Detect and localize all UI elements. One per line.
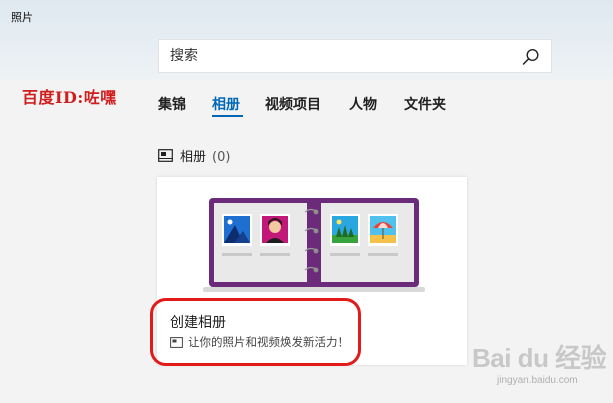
- tab-people[interactable]: 人物: [349, 94, 377, 114]
- active-tab-indicator: [212, 115, 243, 117]
- search-box[interactable]: [158, 39, 552, 73]
- photo-album-illustration: [203, 198, 425, 292]
- tab-highlights[interactable]: 集锦: [158, 94, 186, 114]
- watermark-text: 百度ID:咗嘿: [22, 88, 117, 107]
- app-title: 照片: [11, 11, 33, 24]
- card-subtitle-text: 让你的照片和视频焕发新活力！: [188, 335, 349, 349]
- create-album-card[interactable]: 创建相册 让你的照片和视频焕发新活力！: [157, 177, 467, 365]
- album-count: (0): [212, 150, 231, 165]
- card-title: 创建相册: [170, 315, 226, 331]
- section-title: 相册 (0): [180, 146, 230, 165]
- watermark-logo-text: Bai du 经验: [472, 343, 607, 373]
- section-title-text: 相册: [180, 150, 207, 165]
- tab-albums[interactable]: 相册: [212, 94, 240, 114]
- search-input[interactable]: [159, 40, 509, 72]
- search-icon[interactable]: [521, 47, 541, 67]
- tab-video-projects[interactable]: 视频项目: [265, 94, 321, 114]
- album-icon: [158, 149, 173, 162]
- watermark-logo: Bai du 经验: [472, 330, 607, 374]
- tab-folders[interactable]: 文件夹: [404, 94, 446, 114]
- watermark-url: jingyan.baidu.com: [497, 375, 578, 386]
- card-subtitle: 让你的照片和视频焕发新活力！: [170, 334, 349, 350]
- album-icon: [170, 336, 183, 348]
